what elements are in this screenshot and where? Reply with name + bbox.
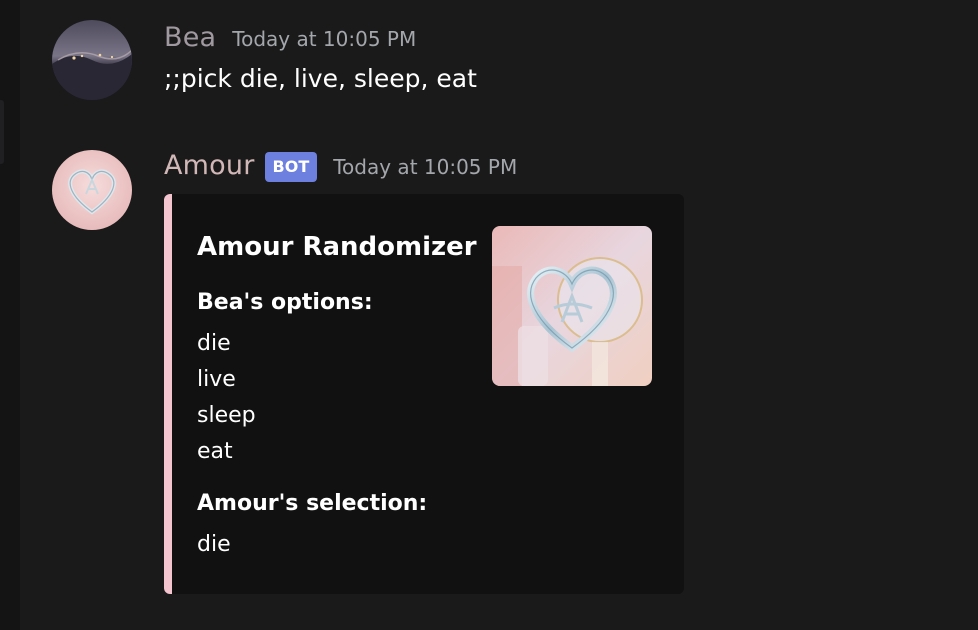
embed-field-options: die live sleep eat — [197, 326, 256, 470]
embed-field-options-label: Bea's options: — [197, 290, 373, 315]
heart-logo-icon — [52, 150, 132, 230]
heart-logo-icon — [492, 226, 652, 386]
embed-title: Amour Randomizer — [197, 232, 477, 262]
sidebar-scroll-tab[interactable] — [0, 100, 4, 164]
username[interactable]: Bea — [164, 22, 216, 53]
bea-avatar-image — [52, 20, 132, 100]
username[interactable]: Amour — [164, 150, 255, 181]
embed: Amour Randomizer Bea's options: die live… — [164, 194, 684, 594]
bot-tag: BOT — [264, 151, 318, 182]
option-item: sleep — [197, 403, 256, 428]
embed-field-selection-label: Amour's selection: — [197, 491, 428, 516]
embed-accent-bar — [164, 194, 172, 594]
option-item: eat — [197, 439, 233, 464]
option-item: die — [197, 331, 231, 356]
avatar[interactable] — [52, 150, 132, 230]
server-sidebar-edge — [0, 0, 20, 630]
message-content: ;;pick die, live, sleep, eat — [164, 64, 477, 93]
embed-field-selection: die — [197, 527, 231, 563]
selection-value: die — [197, 532, 231, 557]
avatar[interactable] — [52, 20, 132, 100]
timestamp: Today at 10:05 PM — [333, 155, 518, 179]
embed-thumbnail[interactable] — [492, 226, 652, 386]
option-item: live — [197, 367, 236, 392]
timestamp: Today at 10:05 PM — [232, 27, 417, 51]
